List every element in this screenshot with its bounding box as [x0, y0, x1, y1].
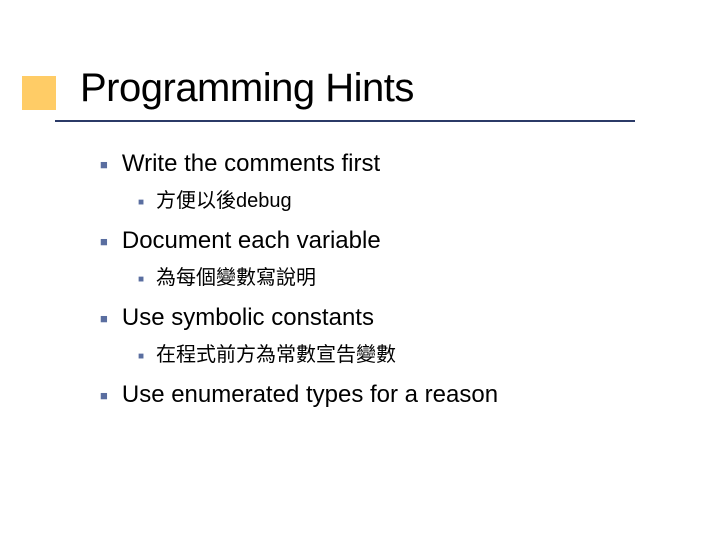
bullet-icon: ■ — [138, 197, 144, 208]
bullet-icon: ■ — [100, 311, 108, 326]
list-item: ■ Use symbolic constants — [100, 304, 660, 332]
list-item-text: Write the comments first — [122, 150, 380, 178]
list-subitem-text: 為每個變數寫說明 — [156, 261, 316, 290]
title-underline — [55, 120, 635, 122]
list-item-text: Use symbolic constants — [122, 304, 374, 332]
bullet-icon: ■ — [100, 388, 108, 403]
list-item-text: Use enumerated types for a reason — [122, 381, 498, 409]
list-subitem: ■ 為每個變數寫說明 — [138, 261, 660, 290]
slide-content: ■ Write the comments first ■ 方便以後debug ■… — [100, 150, 660, 415]
bullet-icon: ■ — [138, 274, 144, 285]
bullet-icon: ■ — [138, 351, 144, 362]
list-item-text: Document each variable — [122, 227, 381, 255]
slide-title: Programming Hints — [80, 66, 414, 111]
list-subitem: ■ 在程式前方為常數宣告變數 — [138, 338, 660, 367]
list-item: ■ Write the comments first — [100, 150, 660, 178]
bullet-icon: ■ — [100, 157, 108, 172]
list-item: ■ Document each variable — [100, 227, 660, 255]
title-accent-box — [22, 76, 56, 110]
list-subitem: ■ 方便以後debug — [138, 184, 660, 213]
bullet-icon: ■ — [100, 234, 108, 249]
list-subitem-text: 在程式前方為常數宣告變數 — [156, 338, 396, 367]
list-subitem-text: 方便以後debug — [156, 184, 292, 213]
list-item: ■ Use enumerated types for a reason — [100, 381, 660, 409]
